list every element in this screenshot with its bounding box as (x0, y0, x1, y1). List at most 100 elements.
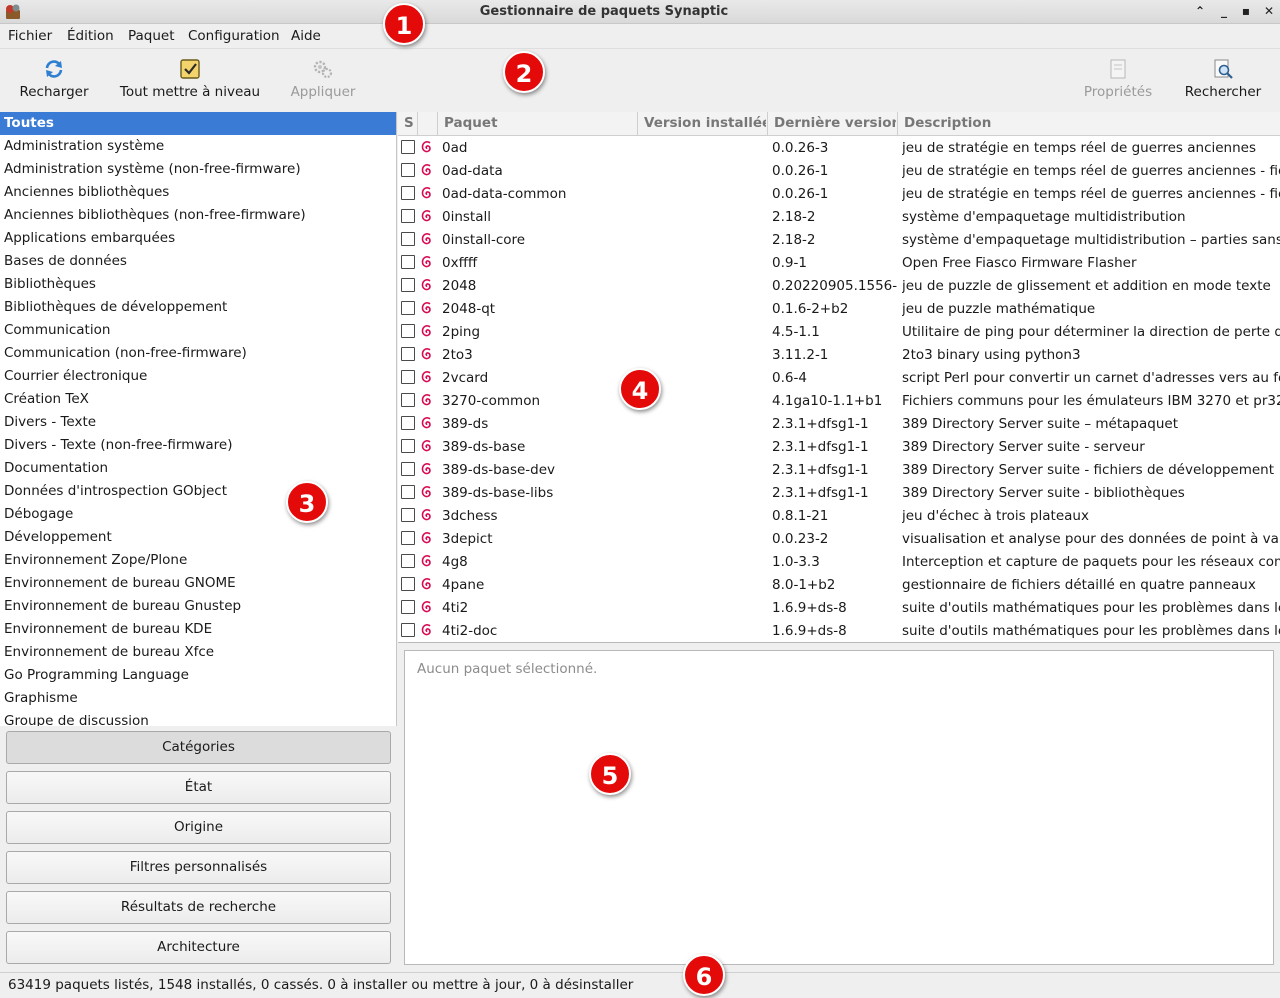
category-item[interactable]: Divers - Texte (0, 411, 396, 434)
category-item[interactable]: Bases de données (0, 250, 396, 273)
category-item[interactable]: Communication (non-free-firmware) (0, 342, 396, 365)
filter-categories-button[interactable]: Catégories (6, 731, 391, 764)
package-checkbox[interactable] (401, 439, 415, 453)
package-row[interactable]: 2048 0.20220905.1556-1 jeu de puzzle de gl… (398, 274, 1280, 297)
package-checkbox[interactable] (401, 163, 415, 177)
category-item[interactable]: Anciennes bibliothèques (0, 181, 396, 204)
column-header-description[interactable]: Description (904, 115, 991, 131)
package-checkbox[interactable] (401, 508, 415, 522)
package-row[interactable]: 2vcard 0.6-4 script Perl pour convertir un… (398, 366, 1280, 389)
reload-button[interactable]: Recharger (14, 55, 94, 109)
category-item[interactable]: Documentation (0, 457, 396, 480)
upgrade-all-button[interactable]: Tout mettre à niveau (118, 55, 262, 109)
window-shade-button[interactable]: ⌃ (1192, 3, 1208, 19)
category-item[interactable]: Environnement de bureau GNOME (0, 572, 396, 595)
package-checkbox[interactable] (401, 531, 415, 545)
window-maximize-button[interactable]: ▪ (1238, 3, 1254, 19)
package-checkbox[interactable] (401, 623, 415, 637)
package-row[interactable]: 389-ds-base-dev 2.3.1+dfsg1-1 389 Director… (398, 458, 1280, 481)
category-item[interactable]: Groupe de discussion (0, 710, 396, 726)
filter-state-button[interactable]: État (6, 771, 391, 804)
search-button[interactable]: Rechercher (1182, 55, 1264, 109)
category-item[interactable]: Environnement Zope/Plone (0, 549, 396, 572)
menu-paquet[interactable]: Paquet (128, 28, 175, 44)
package-checkbox[interactable] (401, 393, 415, 407)
package-checkbox[interactable] (401, 278, 415, 292)
category-item[interactable]: Courrier électronique (0, 365, 396, 388)
package-row[interactable]: 0install-core 2.18-2 système d'empaquetage… (398, 228, 1280, 251)
window-minimize-button[interactable]: _ (1216, 3, 1232, 19)
package-row[interactable]: 0ad-data-common 0.0.26-1 jeu de stratégie … (398, 182, 1280, 205)
category-item[interactable]: Applications embarquées (0, 227, 396, 250)
apply-button[interactable]: Appliquer (286, 55, 360, 109)
package-row[interactable]: 2ping 4.5-1.1 Utilitaire de ping pour déte… (398, 320, 1280, 343)
package-row[interactable]: 4g8 1.0-3.3 Interception et capture de paq… (398, 550, 1280, 573)
column-header-package[interactable]: Paquet (444, 115, 498, 131)
filter-architecture-button[interactable]: Architecture (6, 931, 391, 964)
package-checkbox[interactable] (401, 186, 415, 200)
package-checkbox[interactable] (401, 347, 415, 361)
column-header-latest-version[interactable]: Dernière version (774, 115, 896, 131)
menu-aide[interactable]: Aide (291, 28, 321, 44)
package-latest-version: 0.6-4 (772, 370, 807, 386)
category-item[interactable]: Environnement de bureau KDE (0, 618, 396, 641)
package-checkbox[interactable] (401, 416, 415, 430)
package-row[interactable]: 389-ds-base-libs 2.3.1+dfsg1-1 389 Directo… (398, 481, 1280, 504)
package-checkbox[interactable] (401, 600, 415, 614)
column-header-status[interactable]: S (404, 115, 414, 131)
package-checkbox[interactable] (401, 232, 415, 246)
package-row[interactable]: 389-ds-base 2.3.1+dfsg1-1 389 Directory Se… (398, 435, 1280, 458)
package-checkbox[interactable] (401, 485, 415, 499)
category-item[interactable]: Toutes (0, 112, 396, 135)
package-checkbox[interactable] (401, 370, 415, 384)
column-header-installed-version[interactable]: Version installée (644, 115, 766, 131)
package-checkbox[interactable] (401, 255, 415, 269)
package-checkbox[interactable] (401, 462, 415, 476)
package-row[interactable]: 3270-common 4.1ga10-1.1+b1 Fichiers commun… (398, 389, 1280, 412)
package-row[interactable]: 0install 2.18-2 système d'empaquetage mult… (398, 205, 1280, 228)
category-list[interactable]: Toutes Administration système Administrati… (0, 112, 397, 726)
package-row[interactable]: 3depict 0.0.23-2 visualisation et analyse … (398, 527, 1280, 550)
window-close-button[interactable]: ✕ (1261, 3, 1277, 19)
package-checkbox[interactable] (401, 554, 415, 568)
menu-configuration[interactable]: Configuration (188, 28, 280, 44)
package-row[interactable]: 0ad-data 0.0.26-1 jeu de stratégie en temp… (398, 159, 1280, 182)
package-row[interactable]: 4ti2 1.6.9+ds-8 suite d'outils mathématiqu… (398, 596, 1280, 619)
package-row[interactable]: 4pane 8.0-1+b2 gestionnaire de fichiers dé… (398, 573, 1280, 596)
category-item[interactable]: Administration système (non-free-firmwar… (0, 158, 396, 181)
filter-origin-button[interactable]: Origine (6, 811, 391, 844)
package-checkbox[interactable] (401, 301, 415, 315)
package-row[interactable]: 2048-qt 0.1.6-2+b2 jeu de puzzle mathémati… (398, 297, 1280, 320)
properties-button[interactable]: Propriétés (1080, 55, 1156, 109)
package-row[interactable]: 4ti2-doc 1.6.9+ds-8 suite d'outils mathéma… (398, 619, 1280, 642)
package-detail-pane: Aucun paquet sélectionné. (404, 650, 1274, 965)
category-item[interactable]: Anciennes bibliothèques (non-free-firmwa… (0, 204, 396, 227)
category-item[interactable]: Bibliothèques de développement (0, 296, 396, 319)
category-item[interactable]: Données d'introspection GObject (0, 480, 396, 503)
package-checkbox[interactable] (401, 324, 415, 338)
package-row[interactable]: 3dchess 0.8.1-21 jeu d'échec à trois plate… (398, 504, 1280, 527)
menu-fichier[interactable]: Fichier (8, 28, 52, 44)
package-checkbox[interactable] (401, 140, 415, 154)
category-item[interactable]: Création TeX (0, 388, 396, 411)
category-item[interactable]: Graphisme (0, 687, 396, 710)
category-item[interactable]: Communication (0, 319, 396, 342)
package-row[interactable]: 0ad 0.0.26-3 jeu de stratégie en temps rée… (398, 136, 1280, 159)
package-row[interactable]: 389-ds 2.3.1+dfsg1-1 389 Directory Server … (398, 412, 1280, 435)
category-item[interactable]: Divers - Texte (non-free-firmware) (0, 434, 396, 457)
package-checkbox[interactable] (401, 577, 415, 591)
menu-edition[interactable]: Édition (67, 28, 114, 44)
filter-search-results-button[interactable]: Résultats de recherche (6, 891, 391, 924)
package-checkbox[interactable] (401, 209, 415, 223)
category-item[interactable]: Administration système (0, 135, 396, 158)
category-item[interactable]: Débogage (0, 503, 396, 526)
category-item[interactable]: Bibliothèques (0, 273, 396, 296)
package-description: jeu de stratégie en temps réel de guerre… (902, 163, 1280, 179)
category-item[interactable]: Go Programming Language (0, 664, 396, 687)
package-row[interactable]: 0xffff 0.9-1 Open Free Fiasco Firmware Fla… (398, 251, 1280, 274)
package-row[interactable]: 2to3 3.11.2-1 2to3 binary using python3 (398, 343, 1280, 366)
filter-custom-button[interactable]: Filtres personnalisés (6, 851, 391, 884)
category-item[interactable]: Environnement de bureau Gnustep (0, 595, 396, 618)
category-item[interactable]: Environnement de bureau Xfce (0, 641, 396, 664)
category-item[interactable]: Développement (0, 526, 396, 549)
